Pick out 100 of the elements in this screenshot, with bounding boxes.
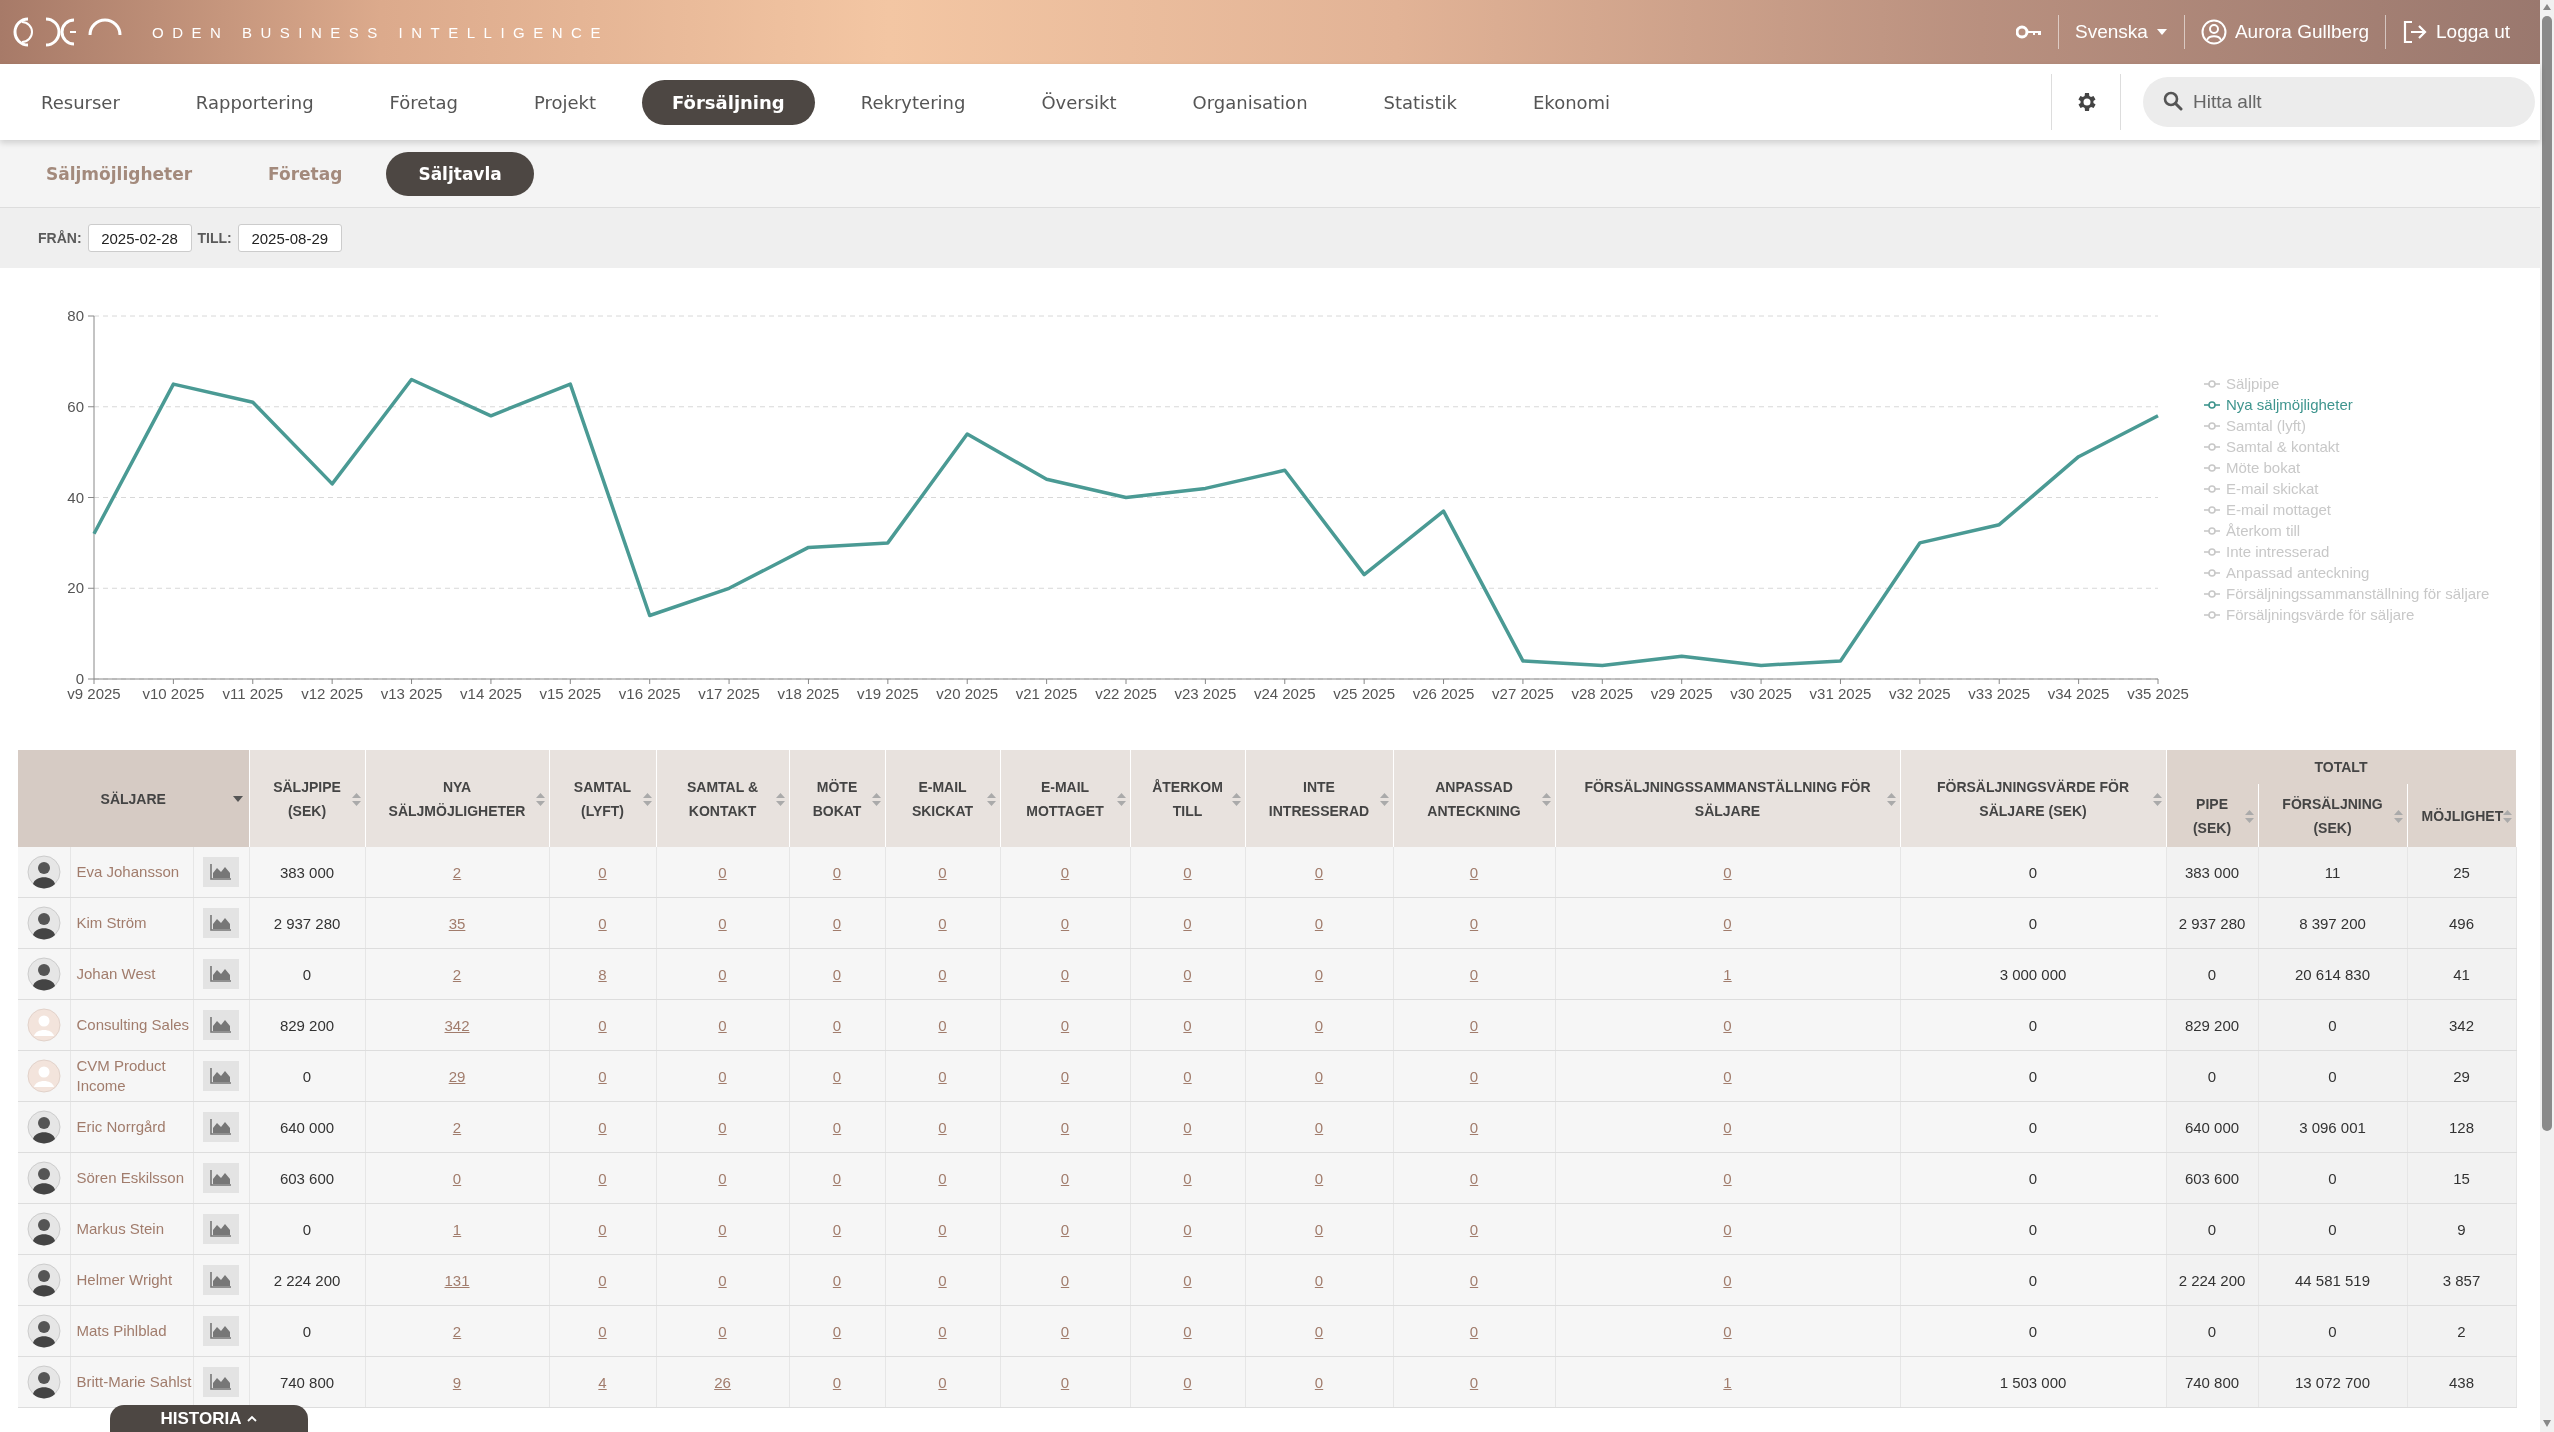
seller-name[interactable]: Eva Johansson [70, 847, 193, 898]
cell-link[interactable]: 0 [832, 1016, 842, 1034]
seller-name[interactable]: Eric Norrgård [70, 1101, 193, 1153]
cell-link[interactable]: 0 [1723, 1220, 1732, 1238]
seller-name[interactable]: Mats Pihlblad [70, 1305, 193, 1357]
cell-link[interactable]: 0 [938, 1118, 947, 1136]
cell-link[interactable]: 0 [1723, 914, 1732, 932]
cell-link[interactable]: 0 [1060, 1118, 1070, 1136]
cell-link[interactable]: 0 [1060, 1322, 1070, 1340]
cell-link[interactable]: 0 [938, 914, 947, 932]
cell-link[interactable]: 0 [1314, 1016, 1324, 1034]
cell-link[interactable]: 0 [1314, 1322, 1324, 1340]
cell-link[interactable]: 0 [1314, 965, 1324, 983]
cell-link[interactable]: 0 [598, 1169, 607, 1187]
header-cell[interactable]: E-MAIL SKICKAT [885, 750, 1000, 847]
header-cell[interactable]: FÖRSÄLJNINGSVÄRDE FÖR SÄLJARE (SEK) [1900, 750, 2166, 847]
cell-link[interactable]: 0 [1469, 1067, 1479, 1085]
nav-tab[interactable]: Översikt [1011, 79, 1147, 125]
cell-link[interactable]: 0 [832, 863, 842, 881]
cell-link[interactable]: 0 [1469, 1118, 1479, 1136]
cell-link[interactable]: 0 [1183, 1271, 1192, 1289]
cell-link[interactable]: 0 [1060, 1016, 1070, 1034]
chart-button[interactable] [203, 959, 239, 989]
cell-link[interactable]: 0 [1060, 1169, 1070, 1187]
nav-tab[interactable]: Projekt [503, 79, 627, 125]
cell-link[interactable]: 0 [1183, 1067, 1192, 1085]
cell-link[interactable]: 0 [1314, 1220, 1324, 1238]
cell-link[interactable]: 26 [714, 1373, 731, 1391]
seller-name[interactable]: Johan West [70, 948, 193, 1000]
cell-link[interactable]: 8 [598, 965, 607, 983]
cell-link[interactable]: 0 [1183, 1169, 1192, 1187]
header-cell[interactable]: FÖRSÄLJNINGSSAMMANSTÄLLNING FÖR SÄLJARE [1555, 750, 1900, 847]
language-selector[interactable]: Svenska [2075, 21, 2168, 43]
cell-link[interactable]: 0 [598, 1220, 607, 1238]
cell-link[interactable]: 0 [1723, 1271, 1732, 1289]
cell-link[interactable]: 0 [938, 965, 947, 983]
sub-tab[interactable]: Säljtavla [386, 151, 534, 196]
cell-link[interactable]: 0 [1314, 1373, 1324, 1391]
cell-link[interactable]: 0 [1723, 863, 1732, 881]
header-cell[interactable]: ANPASSAD ANTECKNING [1393, 750, 1555, 847]
nav-tab[interactable]: Rekrytering [830, 79, 996, 125]
sub-tab[interactable]: Säljmöjligheter [14, 151, 225, 196]
cell-link[interactable]: 0 [938, 1322, 947, 1340]
cell-link[interactable]: 0 [832, 1067, 842, 1085]
cell-link[interactable]: 342 [444, 1016, 470, 1034]
cell-link[interactable]: 0 [1183, 1220, 1192, 1238]
header-cell[interactable]: ÅTERKOM TILL [1130, 750, 1245, 847]
cell-link[interactable]: 0 [1314, 1118, 1324, 1136]
nav-tab[interactable]: Företag [359, 79, 488, 125]
seller-name[interactable]: Markus Stein [70, 1203, 193, 1255]
nav-tab[interactable]: Statistik [1353, 79, 1487, 125]
chart-button[interactable] [203, 1163, 239, 1193]
cell-link[interactable]: 0 [832, 1220, 842, 1238]
cell-link[interactable]: 0 [1060, 863, 1070, 881]
cell-link[interactable]: 1 [1723, 1373, 1732, 1391]
header-cell[interactable]: SAMTAL & KONTAKT [656, 750, 789, 847]
cell-link[interactable]: 0 [718, 1067, 727, 1085]
header-cell[interactable]: E-MAIL MOTTAGET [1000, 750, 1130, 847]
cell-link[interactable]: 9 [452, 1373, 462, 1391]
cell-link[interactable]: 0 [598, 1118, 607, 1136]
cell-link[interactable]: 2 [452, 1322, 462, 1340]
seller-name[interactable]: Sören Eskilsson [70, 1152, 193, 1204]
cell-link[interactable]: 0 [718, 1322, 727, 1340]
cell-link[interactable]: 2 [452, 863, 462, 881]
seller-name[interactable]: Helmer Wright [70, 1254, 193, 1306]
cell-link[interactable]: 0 [1060, 914, 1070, 932]
legend-item[interactable]: Nya säljmöjligheter [2204, 395, 2490, 414]
cell-link[interactable]: 0 [938, 1067, 947, 1085]
cell-link[interactable]: 0 [718, 1118, 727, 1136]
sub-tab[interactable]: Företag [236, 151, 375, 196]
seller-name[interactable]: CVM Product Income [70, 1050, 193, 1102]
cell-link[interactable]: 0 [938, 1271, 947, 1289]
from-date-field[interactable]: 2025-02-28 [87, 224, 192, 252]
cell-link[interactable]: 0 [832, 1169, 842, 1187]
cell-link[interactable]: 0 [1183, 965, 1192, 983]
seller-name[interactable]: Consulting Sales [70, 999, 193, 1051]
cell-link[interactable]: 0 [1469, 1271, 1479, 1289]
cell-link[interactable]: 0 [1314, 1169, 1324, 1187]
nav-tab[interactable]: Försäljning [642, 79, 815, 125]
cell-link[interactable]: 0 [1060, 1220, 1070, 1238]
cell-link[interactable]: 0 [832, 914, 842, 932]
cell-link[interactable]: 0 [1183, 1322, 1192, 1340]
nav-tab[interactable]: Ekonomi [1503, 79, 1641, 125]
cell-link[interactable]: 0 [598, 1322, 607, 1340]
cell-link[interactable]: 0 [1723, 1016, 1732, 1034]
cell-link[interactable]: 0 [1469, 914, 1479, 932]
search-field[interactable]: Hitta allt [2143, 77, 2535, 127]
chart-button[interactable] [203, 908, 239, 938]
header-cell[interactable]: SÄLJARE [18, 750, 249, 847]
cell-link[interactable]: 0 [1469, 1016, 1479, 1034]
chart-button[interactable] [203, 857, 239, 887]
header-cell[interactable]: SÄLJPIPE (SEK) [249, 750, 365, 847]
cell-link[interactable]: 29 [448, 1067, 466, 1085]
cell-link[interactable]: 0 [1723, 1322, 1732, 1340]
cell-link[interactable]: 0 [718, 1169, 727, 1187]
cell-link[interactable]: 0 [598, 1067, 607, 1085]
cell-link[interactable]: 0 [938, 1016, 947, 1034]
chart-button[interactable] [203, 1214, 239, 1244]
cell-link[interactable]: 0 [718, 1220, 727, 1238]
cell-link[interactable]: 0 [1469, 1220, 1479, 1238]
